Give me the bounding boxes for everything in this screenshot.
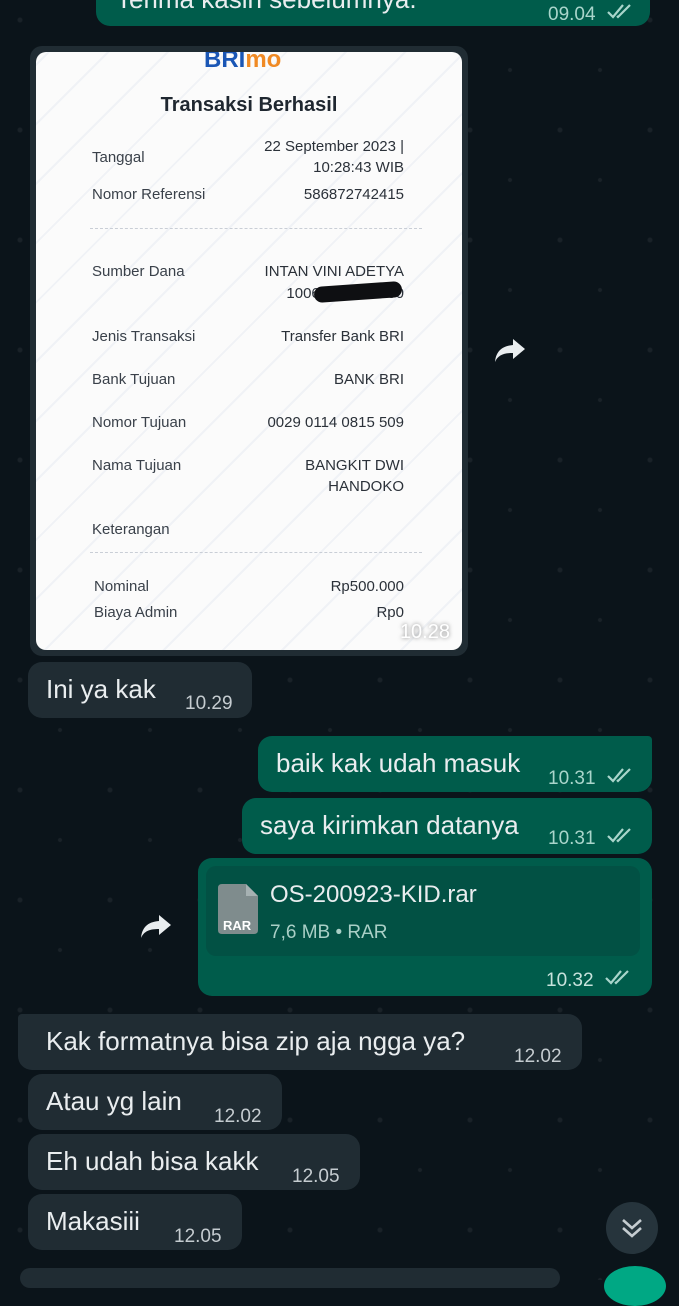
file-attachment[interactable]: RAR OS-200923-KID.rar 7,6 MB • RAR (206, 866, 640, 956)
message-time: 10.31 (548, 768, 596, 789)
chevron-double-down-icon (622, 1219, 642, 1238)
message-outgoing[interactable]: baik kak udah masuk 10.31 (258, 736, 652, 792)
message-incoming[interactable]: Ini ya kak 10.29 (28, 662, 252, 718)
tanggal-value-1: 22 September 2023 | (264, 138, 404, 155)
double-check-icon (607, 828, 631, 843)
jenis-label: Jenis Transaksi (92, 328, 196, 345)
message-text: Kak formatnya bisa zip aja ngga ya? (46, 1026, 466, 1056)
divider (90, 228, 422, 229)
sumber-label: Sumber Dana (92, 263, 185, 280)
keterangan-label: Keterangan (92, 521, 170, 538)
file-name: OS-200923-KID.rar (270, 881, 477, 908)
scroll-to-bottom-button[interactable] (606, 1202, 658, 1254)
message-text: saya kirimkan datanya (260, 810, 519, 840)
nomor-tujuan-value: 0029 0114 0815 509 (267, 414, 404, 431)
double-check-icon (605, 970, 629, 985)
message-text: baik kak udah masuk (276, 748, 521, 778)
message-incoming[interactable]: Atau yg lain 12.02 (28, 1074, 282, 1130)
double-check-icon (607, 4, 631, 19)
nominal-value: Rp500.000 (330, 578, 404, 595)
message-incoming[interactable]: Makasiii 12.05 (28, 1194, 242, 1250)
sumber-value-1: INTAN VINI ADETYA (264, 263, 404, 280)
file-meta: 7,6 MB • RAR (270, 922, 388, 943)
message-outgoing[interactable]: Terima kasih sebelumnya. 09.04 (96, 0, 650, 26)
double-check-icon (607, 768, 631, 783)
message-time: 10.29 (185, 693, 233, 714)
nominal-label: Nominal (94, 578, 150, 595)
mic-button[interactable] (604, 1266, 666, 1306)
forward-arrow-icon[interactable] (134, 904, 178, 948)
biaya-value: Rp0 (376, 604, 404, 621)
message-text: Ini ya kak (46, 674, 156, 704)
ref-label: Nomor Referensi (92, 186, 206, 203)
message-incoming[interactable]: Kak formatnya bisa zip aja ngga ya? 12.0… (18, 1014, 582, 1070)
message-text: Terima kasih sebelumnya. (116, 0, 417, 14)
bank-label: Bank Tujuan (92, 371, 176, 388)
tanggal-label: Tanggal (92, 149, 145, 166)
bank-value: BANK BRI (333, 371, 404, 388)
message-time: 12.05 (292, 1166, 340, 1187)
message-outgoing[interactable]: saya kirimkan datanya 10.31 (242, 798, 652, 854)
message-text: Makasiii (46, 1206, 140, 1236)
receipt-image[interactable]: BRImo Transaksi Berhasil Tanggal 22 Sept… (36, 52, 462, 650)
nama-label: Nama Tujuan (92, 457, 182, 474)
receipt-title: Transaksi Berhasil (160, 94, 338, 116)
message-incoming[interactable]: Eh udah bisa kakk 12.05 (28, 1134, 360, 1190)
message-time: 10.28 (399, 621, 450, 643)
brimo-logo: BRImo (204, 52, 282, 73)
tanggal-value-2: 10:28:43 WIB (313, 159, 404, 176)
message-text: Eh udah bisa kakk (46, 1146, 259, 1176)
message-time: 09.04 (548, 4, 596, 25)
rar-icon-label: RAR (223, 918, 252, 933)
biaya-label: Biaya Admin (94, 604, 178, 621)
divider (90, 552, 422, 553)
forward-arrow-icon[interactable] (488, 328, 532, 372)
ref-value: 586872742415 (303, 186, 404, 203)
message-time: 10.32 (546, 970, 594, 991)
message-file[interactable]: RAR OS-200923-KID.rar 7,6 MB • RAR 10.32 (198, 858, 652, 996)
message-time: 10.31 (548, 828, 596, 849)
nama-value-1: BANGKIT DWI (305, 457, 404, 474)
message-text: Atau yg lain (46, 1086, 182, 1116)
message-time: 12.02 (514, 1046, 562, 1067)
nomor-tujuan-label: Nomor Tujuan (92, 414, 187, 431)
message-input-bar[interactable] (20, 1268, 560, 1288)
nama-value-2: HANDOKO (328, 478, 404, 495)
message-time: 12.02 (214, 1106, 262, 1127)
message-time: 12.05 (174, 1226, 222, 1247)
jenis-value: Transfer Bank BRI (281, 328, 404, 345)
